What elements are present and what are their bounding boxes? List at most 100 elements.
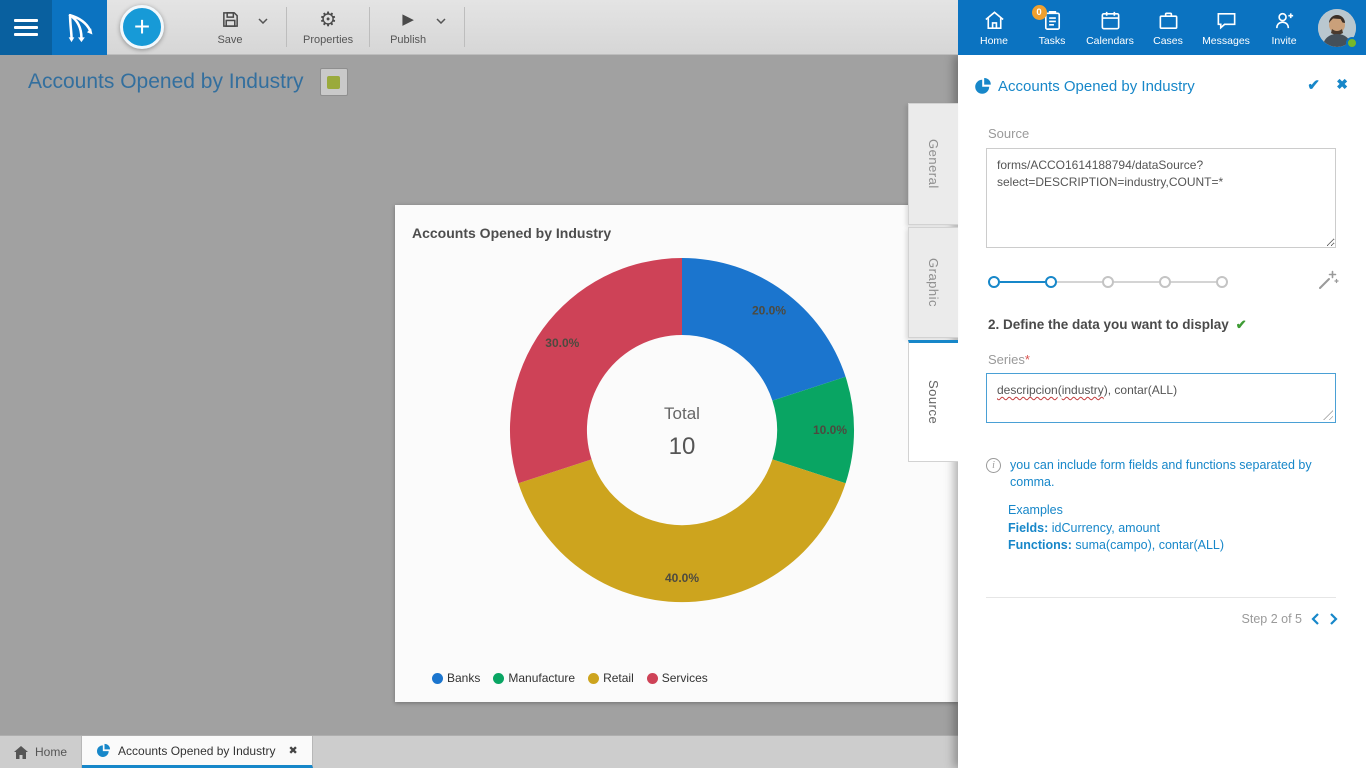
legend-dot-icon bbox=[432, 673, 443, 684]
series-text-part: ), contar(ALL) bbox=[1104, 383, 1177, 397]
resize-handle[interactable] bbox=[1323, 410, 1333, 420]
step-connector bbox=[1114, 281, 1159, 283]
slice-percent-label: 20.0% bbox=[752, 304, 786, 318]
tasks-badge: 0 bbox=[1032, 5, 1047, 20]
home-icon bbox=[14, 746, 28, 759]
donut-chart: 20.0%10.0%40.0%30.0% bbox=[395, 205, 958, 702]
bottom-tab-bar: Home Accounts Opened by Industry ✖ bbox=[0, 735, 958, 768]
legend-dot-icon bbox=[588, 673, 599, 684]
save-dropdown-caret[interactable] bbox=[256, 11, 274, 43]
legend-item-manufacture[interactable]: Manufacture bbox=[493, 671, 575, 685]
hint-text: you can include form fields and function… bbox=[1010, 457, 1332, 491]
calendar-icon bbox=[1099, 9, 1122, 33]
pie-chart-icon bbox=[974, 77, 992, 100]
source-input[interactable]: forms/ACCO1614188794/dataSource?select=D… bbox=[986, 148, 1336, 248]
examples-block: Examples Fields: idCurrency, amount Func… bbox=[1008, 502, 1224, 555]
close-panel-icon[interactable]: ✖ bbox=[1336, 76, 1348, 93]
tab-accounts-opened-by-industry[interactable]: Accounts Opened by Industry ✖ bbox=[82, 736, 313, 768]
nav-calendars[interactable]: Calendars bbox=[1081, 9, 1139, 47]
required-asterisk: * bbox=[1025, 352, 1030, 367]
save-button[interactable]: Save bbox=[204, 7, 256, 48]
tasks-icon: 0 bbox=[1041, 9, 1064, 33]
next-step-icon[interactable] bbox=[1329, 612, 1338, 626]
tab-general[interactable]: General bbox=[908, 103, 958, 225]
page-title: Accounts Opened by Industry bbox=[28, 70, 304, 94]
fields-example: Fields: idCurrency, amount bbox=[1008, 520, 1224, 538]
donut-slice-services[interactable] bbox=[510, 258, 682, 483]
magic-wand-icon[interactable] bbox=[1316, 268, 1340, 297]
step-connector bbox=[1171, 281, 1216, 283]
nav-cases[interactable]: Cases bbox=[1139, 9, 1197, 47]
designer-toolbar: + Save ⚙ Properties bbox=[107, 0, 958, 55]
step-indicator: Step 2 of 5 bbox=[1242, 612, 1302, 626]
add-widget-button[interactable]: + bbox=[120, 5, 164, 49]
legend-item-services[interactable]: Services bbox=[647, 671, 708, 685]
app-logo[interactable] bbox=[52, 0, 107, 55]
panel-title: Accounts Opened by Industry bbox=[998, 78, 1195, 95]
step-4-circle[interactable] bbox=[1159, 276, 1171, 288]
dashboard-canvas: Accounts Opened by Industry Accounts Ope… bbox=[0, 55, 958, 735]
chart-widget-card[interactable]: Accounts Opened by Industry 20.0%10.0%40… bbox=[395, 205, 958, 702]
step-heading: 2. Define the data you want to display✔ bbox=[988, 317, 1247, 333]
presence-status-dot bbox=[1346, 37, 1358, 49]
slice-percent-label: 10.0% bbox=[813, 423, 847, 437]
publish-dropdown-caret[interactable] bbox=[434, 11, 452, 43]
previous-step-icon[interactable] bbox=[1311, 612, 1320, 626]
wizard-footer: Step 2 of 5 bbox=[1242, 612, 1338, 626]
nav-tasks[interactable]: 0 Tasks bbox=[1023, 9, 1081, 47]
gear-icon: ⚙ bbox=[319, 9, 337, 31]
pie-chart-icon bbox=[96, 743, 111, 758]
cases-icon bbox=[1157, 9, 1180, 33]
invite-person-icon bbox=[1273, 9, 1296, 33]
chart-legend: Banks Manufacture Retail Services bbox=[432, 671, 708, 685]
step-1-circle[interactable] bbox=[988, 276, 1000, 288]
series-field-label: Series* bbox=[988, 352, 1030, 367]
series-input[interactable]: descripcion(industry), contar(ALL) bbox=[986, 373, 1336, 423]
hamburger-icon bbox=[14, 19, 38, 22]
panel-side-tabs: General Graphic Source bbox=[908, 103, 958, 462]
step-2-circle[interactable] bbox=[1045, 276, 1057, 288]
properties-label: Properties bbox=[303, 34, 353, 46]
play-icon: ▶ bbox=[402, 9, 414, 31]
home-icon bbox=[983, 9, 1006, 33]
series-text-part: industry bbox=[1062, 383, 1104, 397]
tab-source[interactable]: Source bbox=[908, 340, 958, 462]
app-screen: + Save ⚙ Properties bbox=[0, 0, 1366, 768]
valid-check-icon: ✔ bbox=[1236, 317, 1247, 332]
publish-button[interactable]: ▶ Publish bbox=[382, 7, 434, 48]
functions-example: Functions: suma(campo), contar(ALL) bbox=[1008, 537, 1224, 555]
legend-dot-icon bbox=[647, 673, 658, 684]
user-avatar[interactable] bbox=[1318, 9, 1356, 47]
legend-item-banks[interactable]: Banks bbox=[432, 671, 480, 685]
nav-invite[interactable]: Invite bbox=[1255, 9, 1313, 47]
nav-messages[interactable]: Messages bbox=[1197, 9, 1255, 47]
toolbar-divider bbox=[369, 7, 370, 47]
close-tab-icon[interactable]: ✖ bbox=[288, 744, 297, 757]
step-3-circle[interactable] bbox=[1102, 276, 1114, 288]
step-connector bbox=[1057, 281, 1102, 283]
step-5-circle[interactable] bbox=[1216, 276, 1228, 288]
legend-item-retail[interactable]: Retail bbox=[588, 671, 634, 685]
properties-button[interactable]: ⚙ Properties bbox=[299, 7, 357, 48]
toolbar-divider bbox=[464, 7, 465, 47]
hint-row: i you can include form fields and functi… bbox=[986, 457, 1332, 491]
donut-slice-banks[interactable] bbox=[682, 258, 846, 401]
info-icon: i bbox=[986, 458, 1001, 473]
tab-graphic[interactable]: Graphic bbox=[908, 227, 958, 338]
tab-home[interactable]: Home bbox=[0, 736, 82, 768]
toolbar-divider bbox=[286, 7, 287, 47]
status-chip-button[interactable] bbox=[320, 68, 348, 96]
widget-settings-panel: Accounts Opened by Industry ✔ ✖ Source f… bbox=[958, 55, 1366, 768]
nav-home[interactable]: Home bbox=[965, 9, 1023, 47]
hamburger-menu-button[interactable] bbox=[0, 0, 52, 55]
save-icon bbox=[221, 9, 240, 31]
status-green-square-icon bbox=[327, 76, 340, 89]
examples-title: Examples bbox=[1008, 502, 1224, 520]
panel-divider bbox=[986, 597, 1336, 598]
confirm-icon[interactable]: ✔ bbox=[1307, 76, 1320, 94]
step-connector bbox=[1000, 281, 1045, 283]
publish-label: Publish bbox=[390, 34, 426, 46]
topbar: + Save ⚙ Properties bbox=[0, 0, 1366, 55]
messages-icon bbox=[1215, 9, 1238, 33]
series-text-part: descripcion bbox=[997, 383, 1058, 397]
